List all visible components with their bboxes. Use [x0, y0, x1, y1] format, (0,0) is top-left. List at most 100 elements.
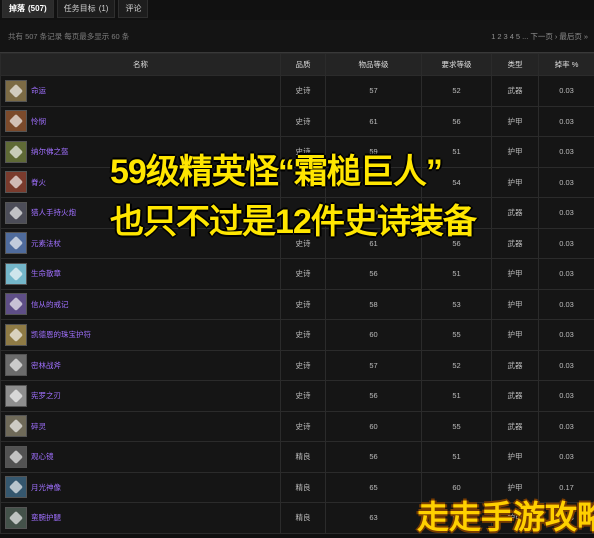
staff-icon[interactable] — [5, 232, 27, 254]
item-link[interactable]: 生命散章 — [31, 268, 61, 279]
table-row[interactable]: 脊火史诗5954护甲0.03 — [1, 167, 594, 198]
item-type: 护甲 — [492, 106, 539, 137]
idol-icon[interactable] — [5, 476, 27, 498]
item-link[interactable]: 观心镜 — [31, 451, 54, 462]
item-link[interactable]: 命运 — [31, 85, 46, 96]
item-name-cell: 怜悯 — [1, 106, 281, 137]
tab-drops[interactable]: 掉落(507) — [2, 0, 54, 18]
pagination-item[interactable]: 4 — [510, 32, 514, 41]
item-link[interactable]: 元素法杖 — [31, 238, 61, 249]
item-entry: 宪罗之刃 — [1, 385, 280, 407]
item-link[interactable]: 宪罗之刃 — [31, 390, 61, 401]
legs-icon[interactable] — [5, 507, 27, 529]
required-level: 56 — [422, 106, 492, 137]
item-link[interactable]: 脊火 — [31, 177, 46, 188]
required-level: 51 — [422, 381, 492, 412]
item-quality: 史诗 — [281, 320, 326, 351]
pagination-item[interactable]: 2 — [497, 32, 501, 41]
amulet-icon[interactable] — [5, 324, 27, 346]
table-row[interactable]: 生命散章史诗5651护甲0.03 — [1, 259, 594, 290]
tab-bar: 掉落(507) 任务目标(1) 评论 — [0, 0, 594, 20]
item-link[interactable]: 碎灵 — [31, 421, 46, 432]
gem-icon[interactable] — [5, 263, 27, 285]
item-link[interactable]: 纳尔佛之盔 — [31, 146, 69, 157]
table-row[interactable]: 宪罗之刃史诗5651武器0.03 — [1, 381, 594, 412]
column-header-quality[interactable]: 品质 — [281, 54, 326, 76]
required-level: 58 — [422, 503, 492, 534]
item-name-cell: 月光神像 — [1, 472, 281, 503]
item-quality: 史诗 — [281, 411, 326, 442]
blade-icon[interactable] — [5, 385, 27, 407]
item-entry: 凯德恩的珠宝护符 — [1, 324, 280, 346]
item-link[interactable]: 凯德恩的珠宝护符 — [31, 329, 91, 340]
table-row[interactable]: 观心镜精良5651护甲0.03 — [1, 442, 594, 473]
tab-comments[interactable]: 评论 — [118, 0, 148, 18]
table-row[interactable]: 凯德恩的珠宝护符史诗6055护甲0.03 — [1, 320, 594, 351]
axe-icon[interactable] — [5, 80, 27, 102]
tab-drops-count: (507) — [28, 4, 47, 13]
item-name-cell: 碎灵 — [1, 411, 281, 442]
item-level: 56 — [326, 442, 422, 473]
column-header-required-level[interactable]: 要求等级 — [422, 54, 492, 76]
item-quality: 史诗 — [281, 289, 326, 320]
item-entry: 怜悯 — [1, 110, 280, 132]
item-type: 护甲 — [492, 289, 539, 320]
item-entry: 猎人手持火炮 — [1, 202, 280, 224]
table-header: 名称 品质 物品等级 要求等级 类型 掉率 % — [1, 54, 594, 76]
pagination-item[interactable]: › — [555, 32, 558, 41]
table-row[interactable]: 怜悯史诗6156护甲0.03 — [1, 106, 594, 137]
pagination-item[interactable]: 1 — [491, 32, 495, 41]
item-link[interactable]: 怜悯 — [31, 116, 46, 127]
helm-icon[interactable] — [5, 141, 27, 163]
item-name-cell: 元素法杖 — [1, 228, 281, 259]
table-row[interactable]: 碎灵史诗6055武器0.03 — [1, 411, 594, 442]
pagination-item[interactable]: 3 — [504, 32, 508, 41]
battleaxe-icon[interactable] — [5, 354, 27, 376]
table-row[interactable]: 蛮腕护腿精良6358护甲0.03 — [1, 503, 594, 534]
item-type: 护甲 — [492, 442, 539, 473]
table-row[interactable]: 纳尔佛之盔史诗5951护甲0.03 — [1, 137, 594, 168]
table-row[interactable]: 猎人手持火炮史诗5953武器0.03 — [1, 198, 594, 229]
drop-rate: 0.03 — [539, 503, 594, 534]
item-link[interactable]: 信从的戒记 — [31, 299, 69, 310]
gun-icon[interactable] — [5, 202, 27, 224]
item-quality: 精良 — [281, 503, 326, 534]
table-row[interactable]: 信从的戒记史诗5853护甲0.03 — [1, 289, 594, 320]
table-row[interactable]: 元素法杖史诗6156武器0.03 — [1, 228, 594, 259]
loot-table-wrapper: 名称 品质 物品等级 要求等级 类型 掉率 % 命运史诗5752武器0.03怜悯… — [0, 52, 594, 536]
item-type: 护甲 — [492, 259, 539, 290]
column-header-drop-rate[interactable]: 掉率 % — [539, 54, 594, 76]
pagination-item[interactable]: » — [584, 32, 588, 41]
item-link[interactable]: 蛮腕护腿 — [31, 512, 61, 523]
column-header-type[interactable]: 类型 — [492, 54, 539, 76]
item-entry: 纳尔佛之盔 — [1, 141, 280, 163]
pagination-item[interactable]: 下一页 — [530, 32, 553, 41]
item-quality: 史诗 — [281, 167, 326, 198]
column-header-item-level[interactable]: 物品等级 — [326, 54, 422, 76]
item-quality: 精良 — [281, 472, 326, 503]
item-level: 59 — [326, 167, 422, 198]
pagination-item[interactable]: 最后页 — [559, 32, 582, 41]
tab-quest-objectives[interactable]: 任务目标(1) — [57, 0, 116, 18]
mirror-icon[interactable] — [5, 446, 27, 468]
item-link[interactable]: 猎人手持火炮 — [31, 207, 76, 218]
armor-icon[interactable] — [5, 171, 27, 193]
pagination-item[interactable]: 5 — [516, 32, 520, 41]
table-row[interactable]: 月光神像精良6560护甲0.17 — [1, 472, 594, 503]
table-row[interactable]: 命运史诗5752武器0.03 — [1, 76, 594, 107]
required-level: 53 — [422, 198, 492, 229]
item-link[interactable]: 月光神像 — [31, 482, 61, 493]
required-level: 55 — [422, 320, 492, 351]
item-level: 58 — [326, 289, 422, 320]
ring-icon[interactable] — [5, 293, 27, 315]
item-name-cell: 凯德恩的珠宝护符 — [1, 320, 281, 351]
polearm-icon[interactable] — [5, 415, 27, 437]
required-level: 56 — [422, 228, 492, 259]
item-quality: 精良 — [281, 442, 326, 473]
table-row[interactable]: 密林战斧史诗5752武器0.03 — [1, 350, 594, 381]
column-header-name[interactable]: 名称 — [1, 54, 281, 76]
item-link[interactable]: 密林战斧 — [31, 360, 61, 371]
boot-icon[interactable] — [5, 110, 27, 132]
item-name-cell: 蛮腕护腿 — [1, 503, 281, 534]
drop-rate: 0.03 — [539, 198, 594, 229]
